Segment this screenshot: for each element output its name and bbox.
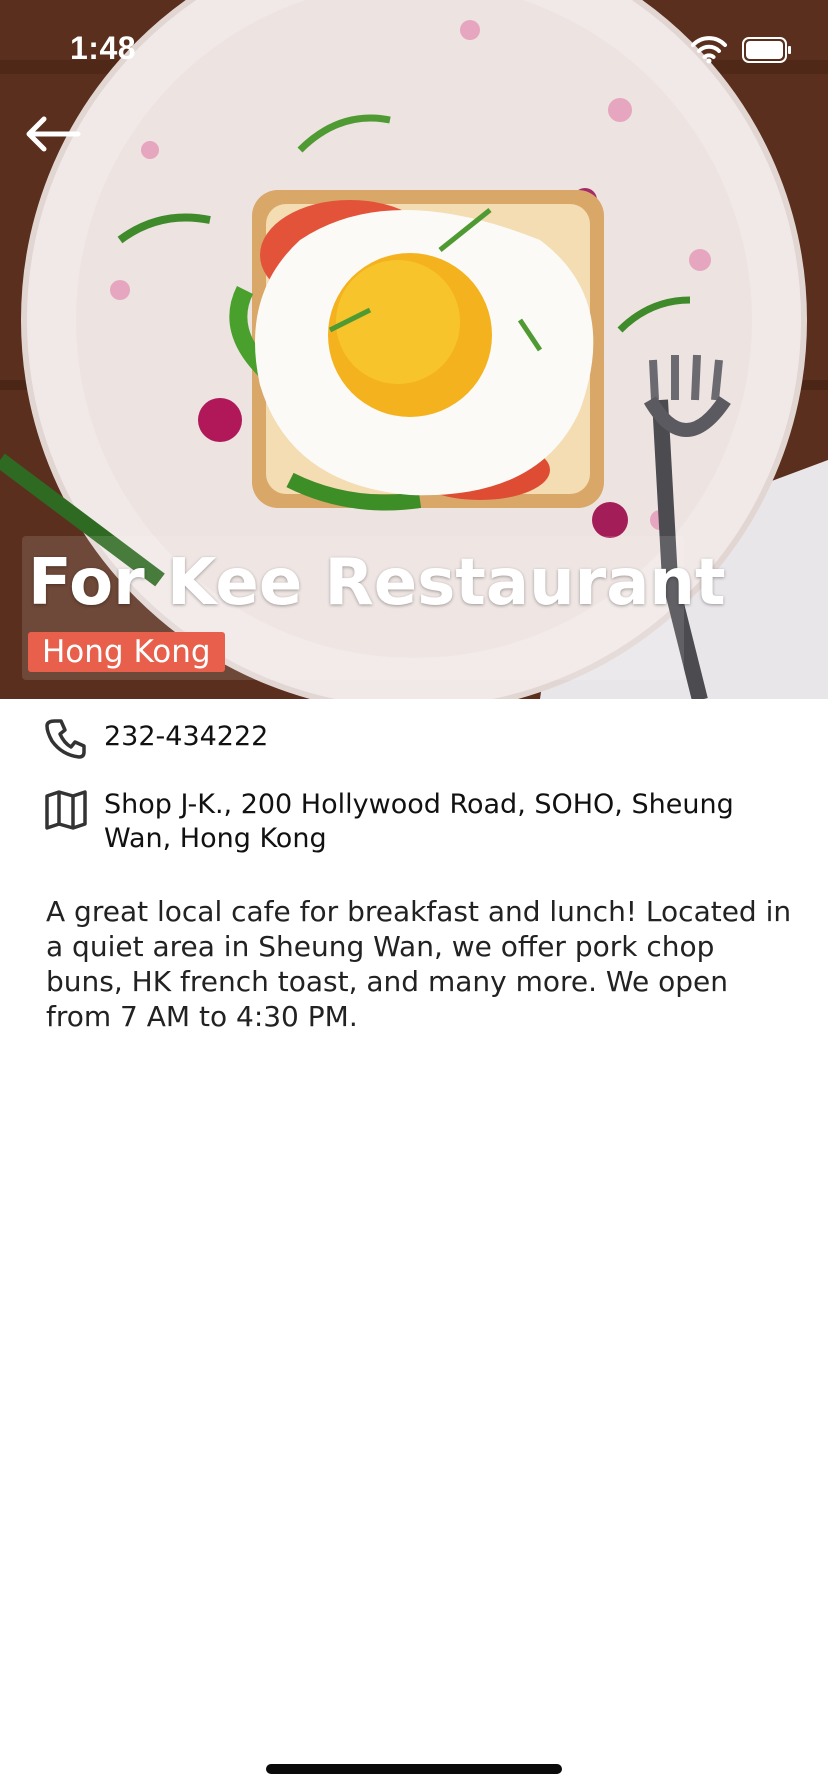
arrow-left-icon bbox=[26, 116, 81, 152]
address-row[interactable]: Shop J-K., 200 Hollywood Road, SOHO, She… bbox=[44, 788, 744, 856]
status-time: 1:48 bbox=[70, 30, 137, 66]
home-indicator[interactable] bbox=[266, 1764, 562, 1774]
status-icons bbox=[690, 36, 792, 64]
hero-image: 1:48 For Kee Restaurant Hong Kong bbox=[0, 0, 828, 699]
back-button[interactable] bbox=[22, 112, 84, 156]
wifi-icon bbox=[691, 36, 727, 64]
battery-icon bbox=[742, 37, 791, 63]
restaurant-name: For Kee Restaurant bbox=[28, 546, 726, 620]
map-icon bbox=[45, 790, 87, 830]
restaurant-description: A great local cafe for breakfast and lun… bbox=[46, 895, 792, 1033]
phone-icon bbox=[45, 719, 86, 759]
address-text: Shop J-K., 200 Hollywood Road, SOHO, She… bbox=[104, 789, 734, 854]
location-badge: Hong Kong bbox=[28, 632, 225, 672]
phone-number: 232-434222 bbox=[104, 721, 269, 752]
phone-row[interactable]: 232-434222 bbox=[44, 716, 268, 760]
